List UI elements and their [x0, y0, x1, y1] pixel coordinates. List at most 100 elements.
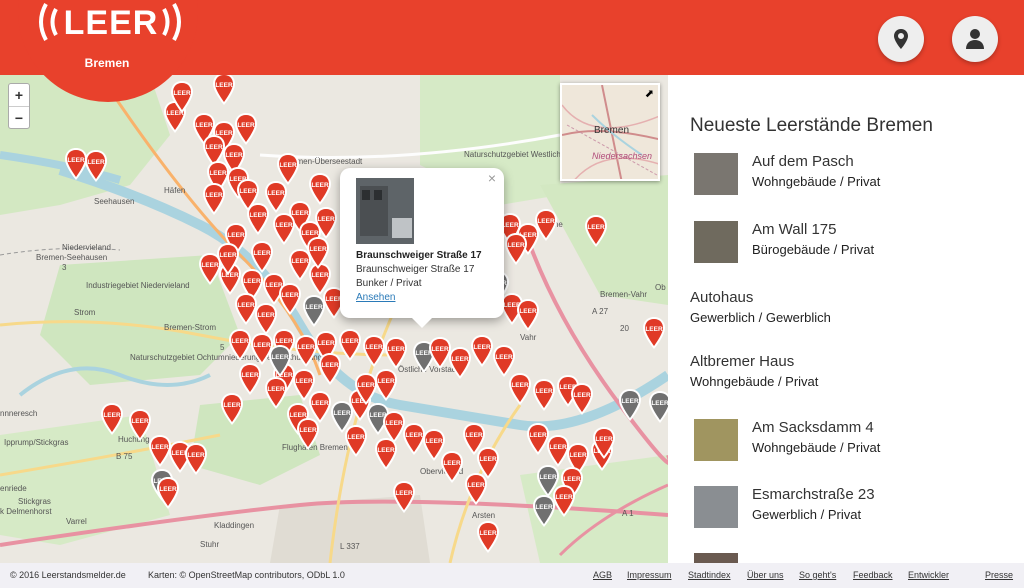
user-button[interactable]	[952, 16, 998, 62]
leer-marker[interactable]: LEER	[202, 183, 226, 220]
leer-marker[interactable]: LEER	[184, 443, 208, 480]
logo-city: Bremen	[84, 56, 130, 70]
zoom-in-button[interactable]: +	[9, 84, 29, 106]
leer-marker[interactable]: LEER	[362, 335, 386, 372]
marker-label: LEER	[465, 432, 483, 439]
list-item[interactable]: Altbremer Haus Wohngebäude / Privat	[690, 353, 818, 389]
marker-pin-icon: LEER	[535, 209, 557, 241]
leer-marker[interactable]: LEER	[570, 383, 594, 420]
leer-marker[interactable]: LEER	[642, 317, 666, 354]
leer-marker[interactable]: LEER	[216, 243, 240, 280]
marker-label: LEER	[305, 304, 323, 311]
marker-label: LEER	[357, 382, 375, 389]
marker-label: LEER	[651, 400, 668, 407]
marker-label: LEER	[237, 302, 255, 309]
leer-marker[interactable]: LEER	[278, 283, 302, 320]
marker-label: LEER	[173, 90, 191, 97]
leer-marker[interactable]: LEER	[448, 347, 472, 384]
marker-label: LEER	[317, 340, 335, 347]
user-icon	[966, 29, 984, 49]
leer-marker[interactable]: LEER	[264, 377, 288, 414]
footer-link-feedback[interactable]: Feedback	[853, 570, 893, 580]
marker-label: LEER	[159, 486, 177, 493]
marker-pin-icon: LEER	[279, 283, 301, 315]
marker-label: LEER	[519, 308, 537, 315]
leer-marker[interactable]: LEER	[508, 373, 532, 410]
leer-marker[interactable]: LEER	[338, 329, 362, 366]
entry-type: Wohngebäude / Privat	[690, 374, 819, 389]
leer-marker[interactable]: LEER	[220, 393, 244, 430]
footer-link-agb[interactable]: AGB	[593, 570, 612, 580]
leer-marker[interactable]: LEER	[504, 233, 528, 270]
expand-icon[interactable]: ⬈	[645, 87, 654, 100]
zoom-out-button[interactable]: −	[9, 106, 29, 128]
marker-label: LEER	[443, 460, 461, 467]
leer-marker[interactable]: LEER	[268, 345, 292, 382]
leer-marker[interactable]: LEER	[272, 213, 296, 250]
leer-marker[interactable]: LEER	[618, 389, 642, 426]
footer-link-ueber-uns[interactable]: Über uns	[747, 570, 784, 580]
leer-marker[interactable]: LEER	[648, 391, 668, 428]
leer-marker[interactable]: LEER	[440, 451, 464, 488]
leer-marker[interactable]: LEER	[296, 418, 320, 455]
marker-label: LEER	[529, 432, 547, 439]
footer-link-so-gehts[interactable]: So geht's	[799, 570, 836, 580]
leer-marker[interactable]: LEER	[228, 329, 252, 366]
leer-marker[interactable]: LEER	[170, 81, 194, 118]
leer-marker[interactable]: LEER	[476, 521, 500, 558]
leer-marker[interactable]: LEER	[306, 237, 330, 274]
footer-link-entwickler[interactable]: Entwickler	[908, 570, 949, 580]
map-label: A 1	[622, 509, 634, 518]
marker-label: LEER	[267, 190, 285, 197]
leer-marker[interactable]: LEER	[246, 203, 270, 240]
footer-link-impressum[interactable]: Impressum	[627, 570, 672, 580]
leer-marker[interactable]: LEER	[100, 403, 124, 440]
map-label: Naturschutzgebiet Ochtumniederung bei Br…	[130, 353, 323, 362]
leer-marker[interactable]: LEER	[344, 425, 368, 462]
marker-label: LEER	[341, 338, 359, 345]
leer-marker[interactable]: LEER	[156, 477, 180, 514]
popup-view-link[interactable]: Ansehen	[356, 291, 488, 305]
list-item[interactable]: Esmarchstraße 23 Gewerblich / Privat	[690, 486, 875, 528]
leer-marker[interactable]: LEER	[516, 299, 540, 336]
map-label: nnneresch	[0, 409, 38, 418]
leer-marker[interactable]: LEER	[84, 150, 108, 187]
leer-marker[interactable]: LEER	[470, 335, 494, 372]
list-item[interactable]: Autohaus Gewerblich / Gewerblich	[690, 289, 831, 325]
leer-marker[interactable]: LEER	[532, 495, 556, 532]
leer-marker[interactable]: LEER	[464, 473, 488, 510]
marker-label: LEER	[87, 159, 105, 166]
map-label: Kladdingen	[214, 521, 255, 530]
leer-marker[interactable]: LEER	[534, 209, 558, 246]
marker-pin-icon: LEER	[221, 393, 243, 425]
leer-marker[interactable]: LEER	[532, 379, 556, 416]
entry-photo	[694, 419, 738, 461]
marker-pin-icon: LEER	[273, 213, 295, 245]
list-item[interactable]: Auf dem Pasch Wohngebäude / Privat	[690, 153, 880, 195]
marker-label: LEER	[225, 152, 243, 159]
list-item[interactable]: Am Wall 175 Bürogebäude / Privat	[690, 221, 874, 263]
map-label: Strom	[74, 308, 96, 317]
list-item[interactable]: Am Sacksdamm 4 Wohngebäude / Privat	[690, 419, 880, 461]
map-view[interactable]: Seehausen Häfen Niedervieland Bremen-Seehau…	[0, 75, 668, 563]
leer-marker[interactable]: LEER	[212, 75, 236, 110]
minimap[interactable]: Bremen Niedersachsen ⬈	[560, 83, 660, 181]
leer-marker[interactable]: LEER	[374, 438, 398, 475]
close-icon[interactable]: ×	[488, 170, 496, 186]
entry-name: Am Wall 175	[752, 221, 837, 238]
map-label: A 27	[592, 307, 609, 316]
footer-link-presse[interactable]: Presse	[985, 570, 1013, 580]
entry-photo	[694, 153, 738, 195]
minimap-city-label: Bremen	[594, 125, 630, 136]
leer-marker[interactable]: LEER	[354, 373, 378, 410]
leer-marker[interactable]: LEER	[592, 427, 616, 464]
leer-marker[interactable]: LEER	[392, 481, 416, 518]
footer-link-stadtindex[interactable]: Stadtindex	[688, 570, 731, 580]
location-button[interactable]	[878, 16, 924, 62]
logo-text[interactable]: LEER	[36, 4, 186, 43]
map-label: Naturschutzgebiet Westliches Hollerland	[464, 150, 608, 159]
marker-label: LEER	[267, 386, 285, 393]
map-label: Stickgras	[18, 497, 51, 506]
leer-marker[interactable]: LEER	[584, 215, 608, 252]
marker-pin-icon: LEER	[345, 425, 367, 457]
